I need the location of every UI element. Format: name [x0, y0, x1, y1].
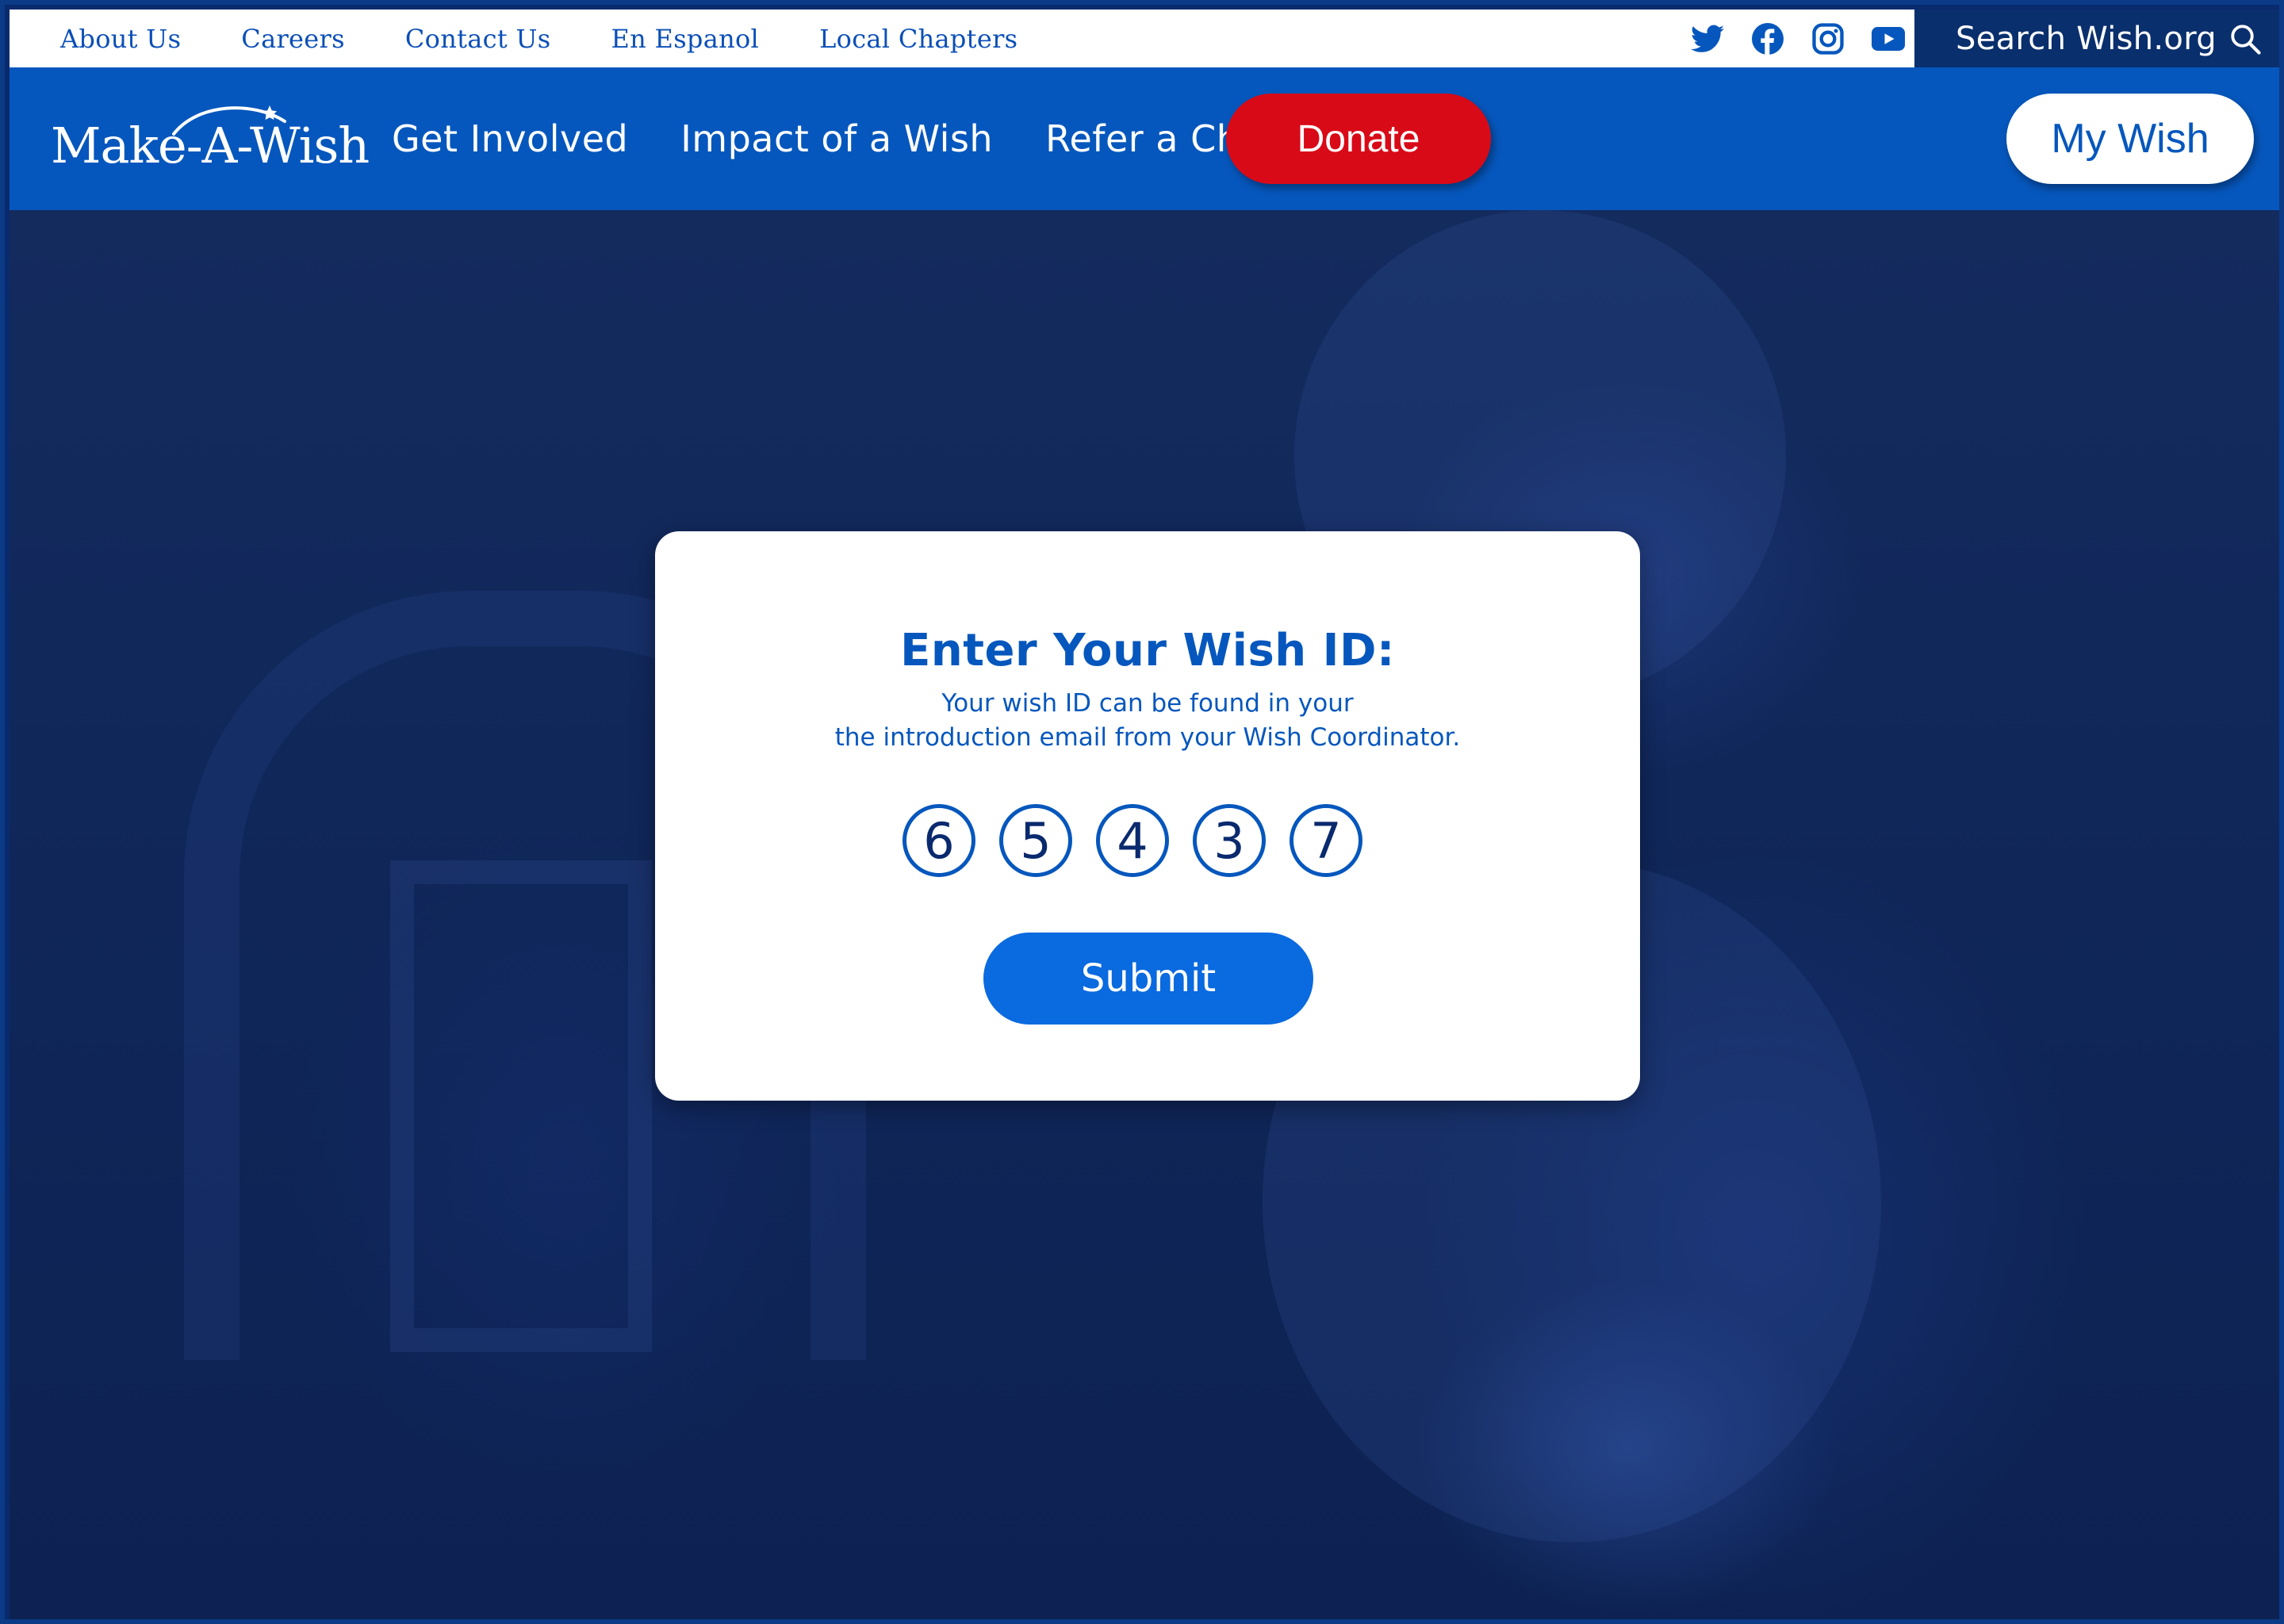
card-subtitle: Your wish ID can be found in your the in…	[655, 687, 1640, 755]
wish-id-digit-1[interactable]: 6	[902, 804, 975, 877]
page-frame: About Us Careers Contact Us En Espanol L…	[0, 0, 2284, 1624]
twitter-icon[interactable]	[1691, 22, 1724, 56]
wish-id-card: Enter Your Wish ID: Your wish ID can be …	[655, 531, 1640, 1101]
utility-links: About Us Careers Contact Us En Espanol L…	[60, 10, 1078, 67]
social-links	[1691, 10, 1905, 67]
facebook-icon[interactable]	[1751, 22, 1784, 56]
search-label[interactable]: Search Wish.org	[1956, 21, 2217, 57]
wish-id-digit-2[interactable]: 5	[999, 804, 1072, 877]
utility-link-contact-us[interactable]: Contact Us	[405, 24, 551, 54]
utility-link-careers[interactable]: Careers	[241, 24, 345, 54]
utility-link-local-chapters[interactable]: Local Chapters	[819, 24, 1017, 54]
wish-id-digits: 6 5 4 3 7	[902, 804, 1362, 877]
wish-id-digit-5[interactable]: 7	[1290, 804, 1362, 877]
utility-link-about-us[interactable]: About Us	[60, 24, 181, 54]
nav-get-involved[interactable]: Get Involved	[392, 117, 628, 160]
primary-nav-links: Get Involved Impact of a Wish Refer a Ch…	[392, 67, 1337, 210]
background-window	[390, 860, 652, 1352]
utility-bar: About Us Careers Contact Us En Espanol L…	[10, 10, 2279, 67]
wish-id-digit-3[interactable]: 4	[1096, 804, 1169, 877]
wish-id-digit-4[interactable]: 3	[1193, 804, 1266, 877]
search-box[interactable]: Search Wish.org	[1914, 10, 2279, 67]
search-icon[interactable]	[2228, 22, 2262, 56]
instagram-icon[interactable]	[1811, 22, 1845, 56]
submit-button[interactable]: Submit	[983, 933, 1313, 1025]
nav-impact-of-a-wish[interactable]: Impact of a Wish	[680, 117, 993, 160]
my-wish-button[interactable]: My Wish	[2006, 94, 2254, 184]
donate-button[interactable]: Donate	[1226, 94, 1491, 184]
hero-background: Enter Your Wish ID: Your wish ID can be …	[10, 210, 2279, 1619]
card-subtitle-line-2: the introduction email from your Wish Co…	[834, 723, 1461, 752]
logo-text: Make-A-Wish	[51, 117, 370, 174]
main-nav: Make-A-Wish Get Involved Impact of a Wis…	[10, 67, 2279, 210]
youtube-icon[interactable]	[1872, 22, 1905, 56]
card-subtitle-line-1: Your wish ID can be found in your	[941, 689, 1354, 718]
make-a-wish-logo[interactable]: Make-A-Wish	[51, 99, 370, 178]
card-title: Enter Your Wish ID:	[900, 625, 1395, 676]
utility-link-en-espanol[interactable]: En Espanol	[611, 24, 760, 54]
